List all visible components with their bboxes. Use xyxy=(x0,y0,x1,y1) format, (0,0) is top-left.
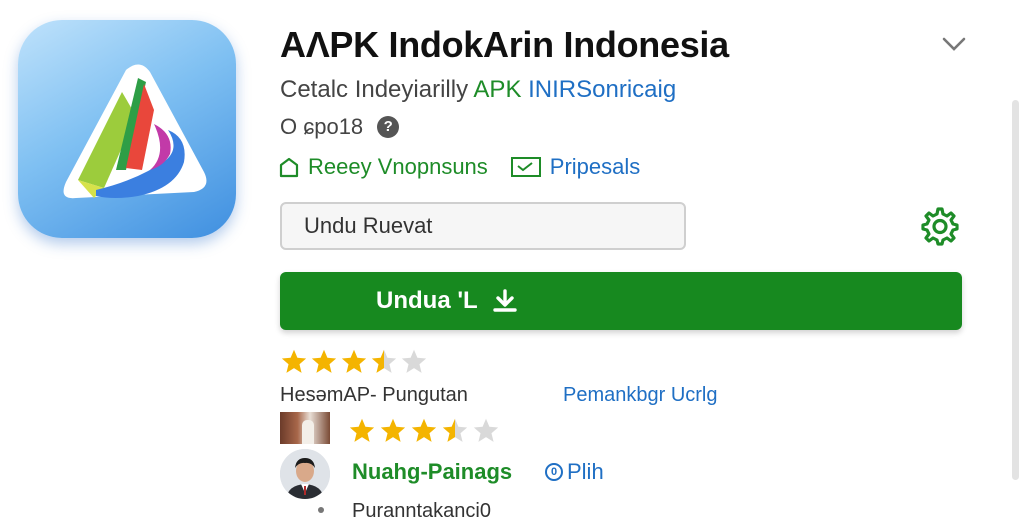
app-title: AɅPK IndokArin Indonesia xyxy=(280,24,729,65)
avatar[interactable] xyxy=(280,449,330,499)
mail-icon xyxy=(510,157,541,177)
app-icon xyxy=(18,20,236,238)
home-icon xyxy=(279,157,299,178)
publisher-link[interactable]: INIRSonricaig xyxy=(528,76,676,103)
review-stars xyxy=(348,417,500,445)
reviewer-name[interactable]: Nuahg-Painags xyxy=(352,459,512,485)
review-thumbnail[interactable] xyxy=(280,412,330,444)
gear-icon[interactable] xyxy=(918,204,962,248)
download-button-label: Undua 'L xyxy=(376,287,478,314)
star-icon xyxy=(401,349,427,373)
download-icon xyxy=(493,289,517,312)
app-subtitle: Cetalc Indeyiarilly APK INIRSonricaig xyxy=(280,76,676,104)
tag-home[interactable]: Reeey Vnopnsuns xyxy=(278,154,488,180)
triangle-logo-icon xyxy=(63,64,207,199)
developer-text: Cetalc Indeyiarilly xyxy=(280,76,469,103)
search-input[interactable] xyxy=(280,202,686,250)
pilih-link[interactable]: 0 Plih xyxy=(545,459,604,485)
star-icon xyxy=(341,349,367,373)
person-photo xyxy=(280,449,330,499)
chevron-down-icon[interactable] xyxy=(940,32,968,56)
star-icon xyxy=(411,418,437,442)
download-button[interactable]: Undua 'L xyxy=(280,272,962,330)
pilih-label: Plih xyxy=(567,459,604,484)
star-icon xyxy=(371,349,397,373)
rating-label: HesəmAP- Pungutan xyxy=(280,384,468,406)
tag-mail-label: Pripesals xyxy=(549,154,641,179)
info-icon[interactable]: ? xyxy=(377,116,400,138)
star-icon xyxy=(473,418,499,442)
star-icon xyxy=(380,418,406,442)
app-meta: O ɕpo18 ? xyxy=(280,114,400,140)
rank-link[interactable]: Pemankbgr Ucrlg xyxy=(563,384,718,407)
tag-home-label: Reeey Vnopnsuns xyxy=(308,154,488,179)
tag-row: Reeey Vnopnsuns Pripesals xyxy=(278,154,662,180)
scrollbar[interactable] xyxy=(1012,100,1019,480)
star-icon xyxy=(442,418,468,442)
star-icon xyxy=(311,349,337,373)
apk-label: APK xyxy=(473,76,522,103)
star-icon xyxy=(349,418,375,442)
pilih-icon: 0 xyxy=(545,463,563,481)
meta-value: O ɕpo18 xyxy=(280,114,364,139)
star-icon xyxy=(281,349,307,373)
tag-mail[interactable]: Pripesals xyxy=(510,154,640,180)
bullet-dot xyxy=(318,507,324,513)
rating-stars xyxy=(280,348,428,376)
